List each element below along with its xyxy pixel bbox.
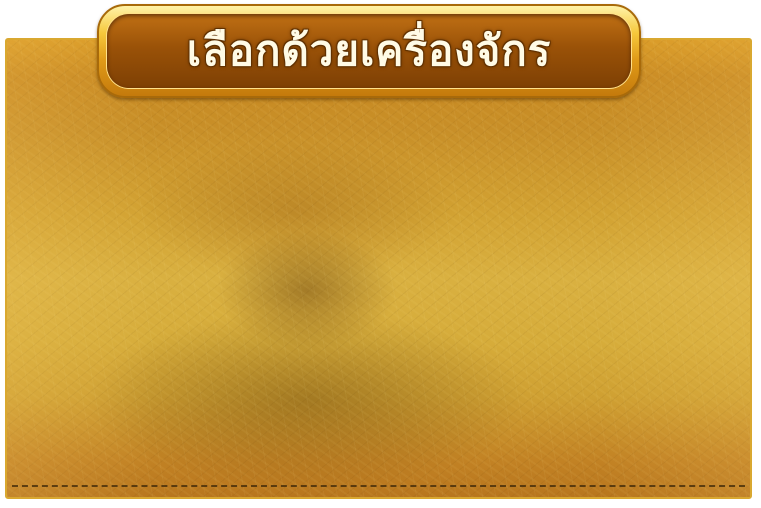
leather-panel bbox=[5, 38, 752, 499]
title-banner: เลือกด้วยเครื่องจักร bbox=[97, 4, 641, 98]
stitch-divider bbox=[12, 485, 745, 487]
title-banner-inner: เลือกด้วยเครื่องจักร bbox=[107, 14, 631, 88]
leather-texture bbox=[7, 40, 750, 497]
panel-sheen bbox=[7, 40, 750, 497]
machine-select-dialog: เลือกด้วยเครื่องจักร bbox=[0, 0, 761, 508]
dialog-title: เลือกด้วยเครื่องจักร bbox=[186, 26, 552, 75]
